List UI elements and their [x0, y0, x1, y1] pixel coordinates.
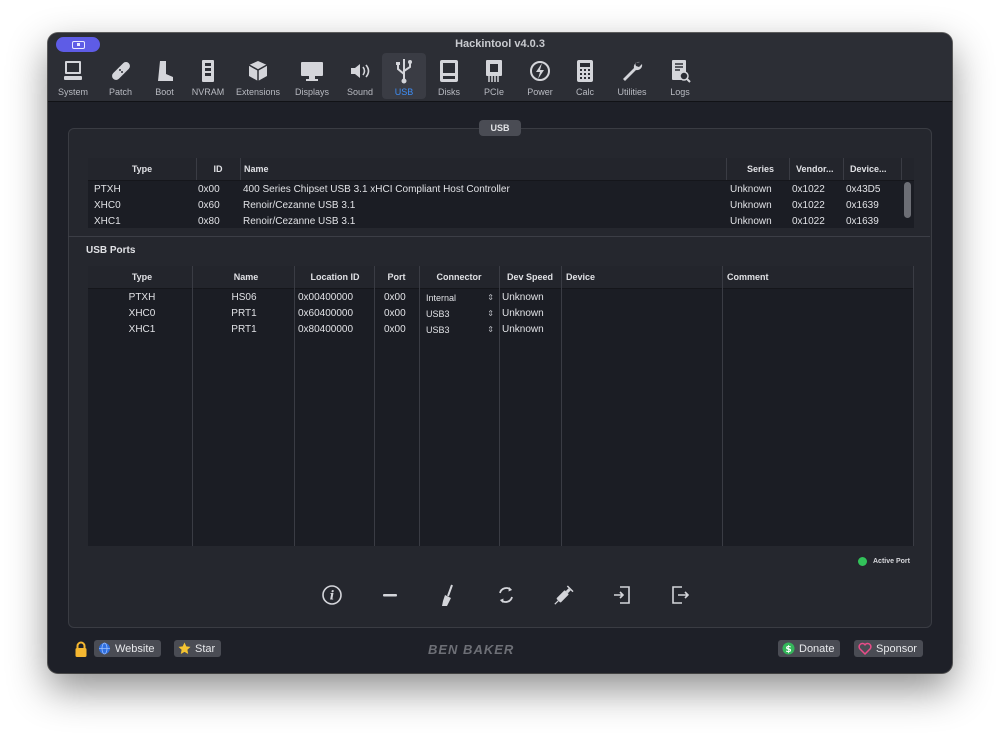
inject-button[interactable] [535, 583, 593, 611]
info-icon: i [321, 584, 343, 611]
column-header-location[interactable]: Location ID [296, 266, 374, 288]
remove-button[interactable] [361, 583, 419, 611]
toolbar-item-patch[interactable]: Patch [98, 53, 143, 99]
pcie-icon [478, 57, 510, 85]
column-header-device[interactable]: Device [566, 266, 716, 288]
updown-chevron-icon: ⇕ [487, 325, 494, 334]
disk-icon [433, 57, 465, 85]
minus-icon [379, 584, 401, 611]
toolbar-item-boot[interactable]: Boot [143, 53, 186, 99]
column-header-speed[interactable]: Dev Speed [499, 266, 561, 288]
column-header-port[interactable]: Port [374, 266, 419, 288]
memory-icon [192, 57, 224, 85]
toolbar-item-nvram[interactable]: NVRAM [186, 53, 230, 99]
active-port-indicator [858, 557, 867, 566]
usb-icon [388, 57, 420, 85]
active-port-legend: Active Port [858, 557, 910, 566]
refresh-icon [495, 584, 517, 611]
window-title: Hackintool v4.0.3 [455, 38, 545, 50]
port-row[interactable]: PTXH HS06 0x00400000 0x00 Internal ⇕ Unk… [88, 290, 914, 306]
connector-select[interactable]: USB3 ⇕ [426, 322, 498, 338]
column-header-type[interactable]: Type [88, 266, 196, 288]
broom-icon [437, 583, 459, 612]
action-buttons: i [303, 583, 709, 611]
computer-icon [57, 57, 89, 85]
clear-button[interactable] [419, 583, 477, 611]
toolbar-item-sound[interactable]: Sound [338, 53, 382, 99]
globe-icon [98, 642, 111, 655]
toolbar-item-extensions[interactable]: Extensions [230, 53, 286, 99]
toolbar-item-logs[interactable]: Logs [658, 53, 702, 99]
speaker-icon [344, 57, 376, 85]
toolbar-item-pcie[interactable]: PCIe [472, 53, 516, 99]
box-icon [242, 57, 274, 85]
website-button[interactable]: Website [94, 640, 161, 657]
bandage-icon [105, 57, 137, 85]
section-divider [68, 236, 930, 237]
export-button[interactable] [651, 583, 709, 611]
toolbar-item-power[interactable]: Power [516, 53, 564, 99]
toolbar-item-disks[interactable]: Disks [426, 53, 472, 99]
column-header-series[interactable]: Series [728, 158, 788, 180]
wrench-icon [616, 57, 648, 85]
hackintool-window: Hackintool v4.0.3 System Patch Boot NVRA… [48, 33, 952, 673]
controller-row[interactable]: XHC0 0x60 Renoir/Cezanne USB 3.1 Unknown… [88, 198, 914, 214]
star-button[interactable]: Star [174, 640, 222, 657]
column-header-name[interactable]: Name [196, 266, 296, 288]
content-area: USB Type ID Name Series Vendor... Device… [48, 102, 952, 673]
column-header-name[interactable]: Name [244, 158, 724, 180]
log-icon [664, 57, 696, 85]
updown-chevron-icon: ⇕ [487, 293, 494, 302]
bottom-bar: Website Star BEN BAKER $ Donate Sponsor [48, 640, 952, 664]
boot-icon [149, 57, 181, 85]
toolbar-item-system[interactable]: System [48, 53, 98, 99]
syringe-icon [551, 583, 577, 612]
donate-button[interactable]: $ Donate [778, 640, 841, 657]
toolbar-item-displays[interactable]: Displays [286, 53, 338, 99]
port-row[interactable]: XHC0 PRT1 0x60400000 0x00 USB3 ⇕ Unknown [88, 306, 914, 322]
controller-row[interactable]: PTXH 0x00 400 Series Chipset USB 3.1 xHC… [88, 182, 914, 198]
info-button[interactable]: i [303, 583, 361, 611]
heart-icon [858, 642, 872, 655]
brand-logo: BEN BAKER [428, 642, 515, 657]
sponsor-button[interactable]: Sponsor [854, 640, 923, 657]
column-header-vendor[interactable]: Vendor... [792, 158, 842, 180]
controllers-scrollbar[interactable] [904, 182, 911, 218]
usb-ports-title: USB Ports [86, 245, 136, 256]
toolbar-item-utilities[interactable]: Utilities [606, 53, 658, 99]
column-header-device[interactable]: Device... [846, 158, 902, 180]
usb-controllers-table[interactable]: Type ID Name Series Vendor... Device... … [88, 158, 914, 228]
column-header-id[interactable]: ID [196, 158, 240, 180]
connector-select[interactable]: USB3 ⇕ [426, 306, 498, 322]
import-button[interactable] [593, 583, 651, 611]
import-icon [611, 584, 633, 611]
calculator-icon [569, 57, 601, 85]
titlebar: Hackintool v4.0.3 System Patch Boot NVRA… [48, 33, 952, 102]
ports-table-header: Type Name Location ID Port Connector Dev… [88, 266, 914, 289]
port-row[interactable]: XHC1 PRT1 0x80400000 0x00 USB3 ⇕ Unknown [88, 322, 914, 338]
connector-select[interactable]: Internal ⇕ [426, 290, 498, 306]
usb-ports-table[interactable]: Type Name Location ID Port Connector Dev… [88, 266, 914, 546]
column-header-comment[interactable]: Comment [727, 266, 897, 288]
controllers-table-header: Type ID Name Series Vendor... Device... [88, 158, 914, 181]
toolbar-item-calc[interactable]: Calc [564, 53, 606, 99]
svg-text:$: $ [785, 645, 791, 655]
toolbar: System Patch Boot NVRAM Extensions Displ… [48, 53, 702, 99]
column-header-connector[interactable]: Connector [419, 266, 499, 288]
toolbar-item-usb[interactable]: USB [382, 53, 426, 99]
display-icon [296, 57, 328, 85]
updown-chevron-icon: ⇕ [487, 309, 494, 318]
svg-text:i: i [330, 588, 335, 602]
controller-row[interactable]: XHC1 0x80 Renoir/Cezanne USB 3.1 Unknown… [88, 214, 914, 230]
export-icon [669, 584, 691, 611]
dollar-icon: $ [782, 642, 795, 655]
refresh-button[interactable] [477, 583, 535, 611]
lock-icon[interactable] [74, 641, 88, 663]
star-icon [178, 642, 191, 655]
column-header-type[interactable]: Type [88, 158, 196, 180]
power-icon [524, 57, 556, 85]
usb-tab-label: USB [479, 120, 521, 136]
